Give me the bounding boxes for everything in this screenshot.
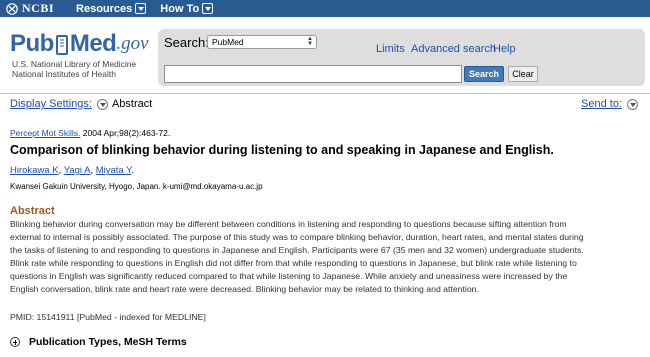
article-title: Comparison of blinking behavior during l…	[10, 143, 554, 157]
citation-details: 2004 Apr;98(2):463-72.	[82, 128, 171, 138]
search-panel: Search: PubMed ▲ ▼ Limits Advanced search…	[158, 29, 645, 86]
abstract-heading: Abstract	[10, 205, 55, 217]
chevron-down-icon	[135, 3, 147, 14]
clear-button[interactable]: Clear	[508, 66, 538, 82]
search-input[interactable]	[164, 65, 462, 83]
abstract-line: the tasks of listening to and responding…	[10, 245, 584, 255]
abstract-line: external to internal is possibly associa…	[10, 232, 584, 242]
author-link[interactable]: Hirokawa K	[10, 165, 59, 176]
help-link[interactable]: Help	[493, 43, 516, 55]
author-link[interactable]: Yagi A	[64, 165, 91, 176]
abstract-line: Blink rate while responding to questions…	[10, 258, 577, 268]
send-to-menu[interactable]: Send to:	[581, 98, 642, 110]
ncbi-top-bar: NCBI Resources How To	[0, 0, 650, 17]
send-to-link[interactable]: Send to:	[581, 98, 622, 110]
send-to-dropdown-icon[interactable]	[627, 98, 638, 110]
author-list: Hirokawa K, Yagi A, Miyata Y.	[10, 165, 134, 176]
page-header: Pub Med .gov U.S. National Library of Me…	[0, 17, 650, 89]
logo-book-icon	[55, 35, 68, 55]
abstract-line: English conversation, blink rate and hea…	[10, 284, 479, 294]
ncbi-logo-text: NCBI	[22, 1, 55, 15]
abstract-line: Blinking behavior during conversation ma…	[10, 219, 567, 229]
updown-arrows-icon: ▲ ▼	[307, 36, 313, 47]
header-divider	[0, 93, 650, 94]
affiliation: Kwansei Gakuin University, Hyogo, Japan.…	[10, 182, 263, 191]
abstract-text: Blinking behavior during conversation ma…	[10, 218, 642, 296]
publication-types-label: Publication Types, MeSH Terms	[29, 336, 187, 348]
pmid-line: PMID: 15141911 [PubMed - indexed for MED…	[10, 312, 206, 322]
display-settings-row: Display Settings: Abstract	[10, 98, 152, 110]
logo-pub: Pub	[10, 30, 54, 57]
display-format: Abstract	[111, 98, 153, 110]
display-settings-dropdown-icon[interactable]	[96, 98, 108, 110]
advanced-search-link[interactable]: Advanced search	[411, 43, 496, 55]
ncbi-helix-icon	[6, 2, 18, 15]
limits-link[interactable]: Limits	[376, 43, 405, 55]
org-name: U.S. National Library of Medicine Nation…	[12, 59, 136, 79]
org-line-1: U.S. National Library of Medicine	[12, 59, 137, 69]
chevron-down-icon	[202, 3, 214, 14]
publication-types-toggle[interactable]: Publication Types, MeSH Terms	[10, 336, 187, 348]
pubmed-logo[interactable]: Pub Med .gov	[10, 32, 149, 56]
org-line-2: National Institutes of Health	[12, 69, 116, 79]
author-separator: .	[131, 165, 134, 176]
plus-icon	[10, 337, 20, 347]
database-select-value: PubMed	[212, 37, 244, 47]
logo-med: Med	[69, 30, 117, 57]
author-link[interactable]: Miyata Y	[96, 165, 132, 176]
logo-gov: .gov	[116, 33, 149, 54]
ncbi-logo[interactable]: NCBI	[6, 1, 54, 16]
abstract-line: questions in English was significantly r…	[10, 271, 568, 281]
citation: Percept Mot Skills. 2004 Apr;98(2):463-7…	[10, 128, 170, 138]
search-button[interactable]: Search	[464, 66, 504, 82]
journal-link[interactable]: Percept Mot Skills.	[10, 128, 80, 138]
resources-menu[interactable]: Resources	[76, 2, 147, 15]
search-label: Search:	[164, 35, 209, 50]
how-to-menu-label: How To	[160, 2, 200, 15]
how-to-menu[interactable]: How To	[160, 2, 214, 15]
display-settings-link[interactable]: Display Settings:	[10, 98, 92, 110]
database-select[interactable]: PubMed ▲ ▼	[207, 35, 317, 49]
resources-menu-label: Resources	[76, 2, 133, 15]
